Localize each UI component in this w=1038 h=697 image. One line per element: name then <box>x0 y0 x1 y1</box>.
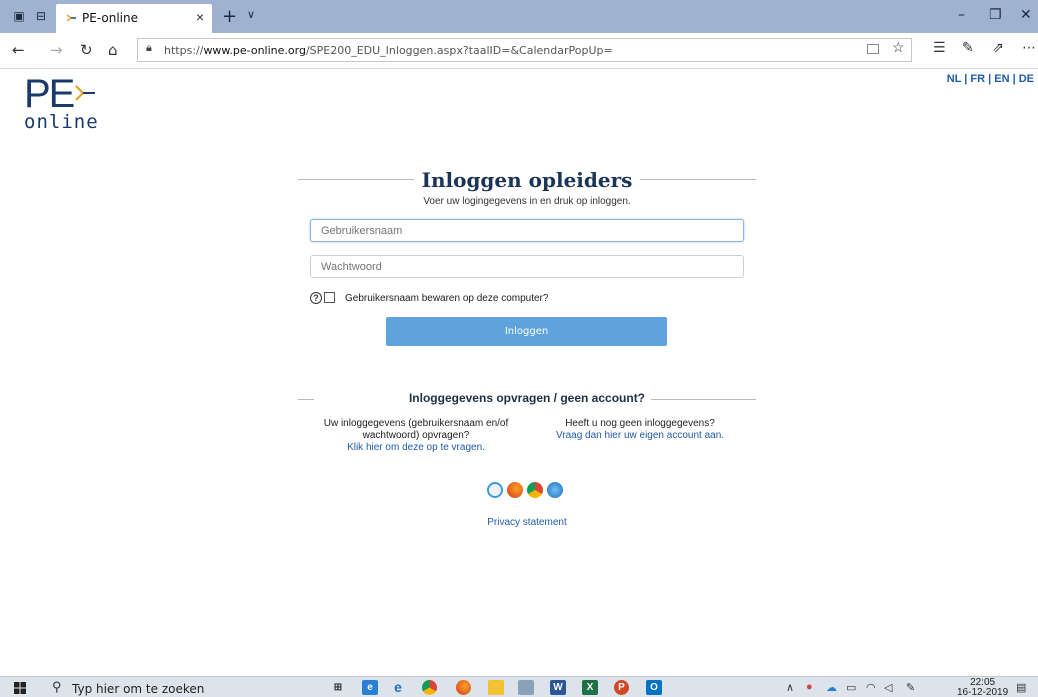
account-heading-row: Inloggegevens opvragen / geen account? <box>298 391 756 409</box>
ie-icon <box>487 482 503 498</box>
chrome-taskbar-icon[interactable] <box>422 680 437 695</box>
pe-favicon-icon <box>66 14 76 22</box>
minimize-icon[interactable]: – <box>958 7 965 23</box>
refresh-icon[interactable]: ↻ <box>80 41 93 59</box>
remember-checkbox[interactable] <box>324 292 335 303</box>
chrome-icon <box>527 482 543 498</box>
taskbar-clock[interactable]: 22:05 16-12-2019 <box>957 678 1008 697</box>
login-instructions: Voer uw logingegevens in en druk op inlo… <box>423 196 631 207</box>
tab-menu-icon[interactable]: ∨ <box>247 8 255 21</box>
safari-icon <box>547 482 563 498</box>
login-heading-row: Inloggen opleiders <box>298 168 756 192</box>
tab-title: PE-online <box>82 11 138 25</box>
lang-fr[interactable]: FR <box>970 73 985 85</box>
notifications-icon[interactable]: ▤ <box>1016 681 1026 694</box>
tab-pe-online[interactable]: PE-online × <box>56 4 212 33</box>
new-tab-button[interactable]: + <box>222 6 237 27</box>
create-account-link[interactable]: Vraag dan hier uw eigen account aan. <box>540 430 740 442</box>
password-input[interactable] <box>310 255 744 278</box>
windows-start-icon[interactable] <box>14 682 26 694</box>
create-account-block: Heeft u nog geen inloggegevens? Vraag da… <box>540 418 740 442</box>
share-icon[interactable]: ⇗ <box>992 40 1004 56</box>
lang-nl[interactable]: NL <box>947 73 961 85</box>
address-bar[interactable]: 🔒︎ https://www.pe-online.org/SPE200_EDU_… <box>137 38 912 62</box>
tray-app-icon[interactable]: ● <box>806 681 813 693</box>
tab-aside-icon[interactable]: ⊟ <box>34 9 48 23</box>
browser-titlebar: ▣ ⊟ PE-online × + ∨ – ❐ ✕ <box>0 0 1038 33</box>
battery-icon[interactable]: ▭ <box>846 681 856 694</box>
firefox-taskbar-icon[interactable] <box>456 680 471 695</box>
language-switcher: NL | FR | EN | DE <box>947 73 1034 85</box>
logo-online-text: online <box>24 111 99 133</box>
username-input[interactable] <box>310 219 744 242</box>
lang-en[interactable]: EN <box>994 73 1009 85</box>
search-icon: ⚲ <box>52 679 62 694</box>
account-section-title: Inloggegevens opvragen / geen account? <box>298 391 756 405</box>
lang-separator: | <box>1009 73 1019 85</box>
outlook-icon[interactable]: O <box>646 680 662 695</box>
restore-icon[interactable]: ❐ <box>989 7 1002 23</box>
url-text: https://www.pe-online.org/SPE200_EDU_Inl… <box>164 44 613 57</box>
reading-view-icon[interactable] <box>867 44 879 54</box>
more-icon[interactable]: ⋯ <box>1022 40 1036 56</box>
file-explorer-icon[interactable] <box>488 680 504 695</box>
edge-active-icon[interactable]: e <box>362 680 378 695</box>
request-credentials-link[interactable]: Klik hier om deze op te vragen. <box>310 442 522 454</box>
lang-separator: | <box>961 73 971 85</box>
clock-date: 16-12-2019 <box>957 687 1009 697</box>
page-title: Inloggen opleiders <box>298 168 756 192</box>
windows-taskbar: ⚲ Typ hier om te zoeken ⊞ e e W X P O ∧ … <box>0 676 1038 697</box>
close-window-icon[interactable]: ✕ <box>1020 7 1032 23</box>
taskbar-search[interactable]: ⚲ Typ hier om te zoeken <box>52 679 312 697</box>
privacy-statement-link[interactable]: Privacy statement <box>298 517 756 528</box>
powerpoint-icon[interactable]: P <box>614 680 629 695</box>
forward-icon[interactable]: → <box>50 41 63 59</box>
pe-online-logo[interactable]: PE online <box>24 74 99 132</box>
firefox-icon <box>507 482 523 498</box>
login-button[interactable]: Inloggen <box>386 317 667 346</box>
back-icon[interactable]: ← <box>12 41 25 59</box>
ie-taskbar-icon[interactable]: e <box>390 680 406 695</box>
address-toolbar: ← → ↻ ⌂ 🔒︎ https://www.pe-online.org/SPE… <box>0 33 1038 69</box>
task-view-icon[interactable]: ⊞ <box>330 680 346 695</box>
excel-icon[interactable]: X <box>582 680 598 695</box>
volume-icon[interactable]: ◁ <box>884 681 892 694</box>
favorite-star-icon[interactable]: ☆ <box>892 39 905 56</box>
lock-icon: 🔒︎ <box>146 42 152 54</box>
favorites-hub-icon[interactable]: ☰ <box>933 40 946 56</box>
word-icon[interactable]: W <box>550 680 566 695</box>
pen-icon[interactable]: ✎ <box>962 40 974 56</box>
lang-separator: | <box>985 73 995 85</box>
request-text: Uw inloggegevens (gebruikersnaam en/of <box>323 418 509 429</box>
tab-close-icon[interactable]: × <box>196 9 204 25</box>
request-credentials-block: Uw inloggegevens (gebruikersnaam en/of w… <box>310 418 522 454</box>
onedrive-icon[interactable]: ☁ <box>826 681 837 694</box>
help-icon[interactable]: ? <box>310 292 322 304</box>
remember-label: Gebruikersnaam bewaren op deze computer? <box>345 293 549 304</box>
logo-arrow-icon <box>75 85 95 101</box>
wifi-icon[interactable]: ◠ <box>866 681 876 694</box>
search-placeholder: Typ hier om te zoeken <box>72 682 205 696</box>
lang-de[interactable]: DE <box>1019 73 1034 85</box>
tab-preview-icon[interactable]: ▣ <box>12 9 26 23</box>
request-text: wachtwoord) opvragen? <box>362 430 470 441</box>
pen-ink-icon[interactable]: ✎ <box>906 681 915 694</box>
tray-chevron-icon[interactable]: ∧ <box>786 681 794 694</box>
home-icon[interactable]: ⌂ <box>108 41 118 59</box>
app-icon[interactable] <box>518 680 534 695</box>
no-account-text: Heeft u nog geen inloggegevens? <box>565 418 715 429</box>
